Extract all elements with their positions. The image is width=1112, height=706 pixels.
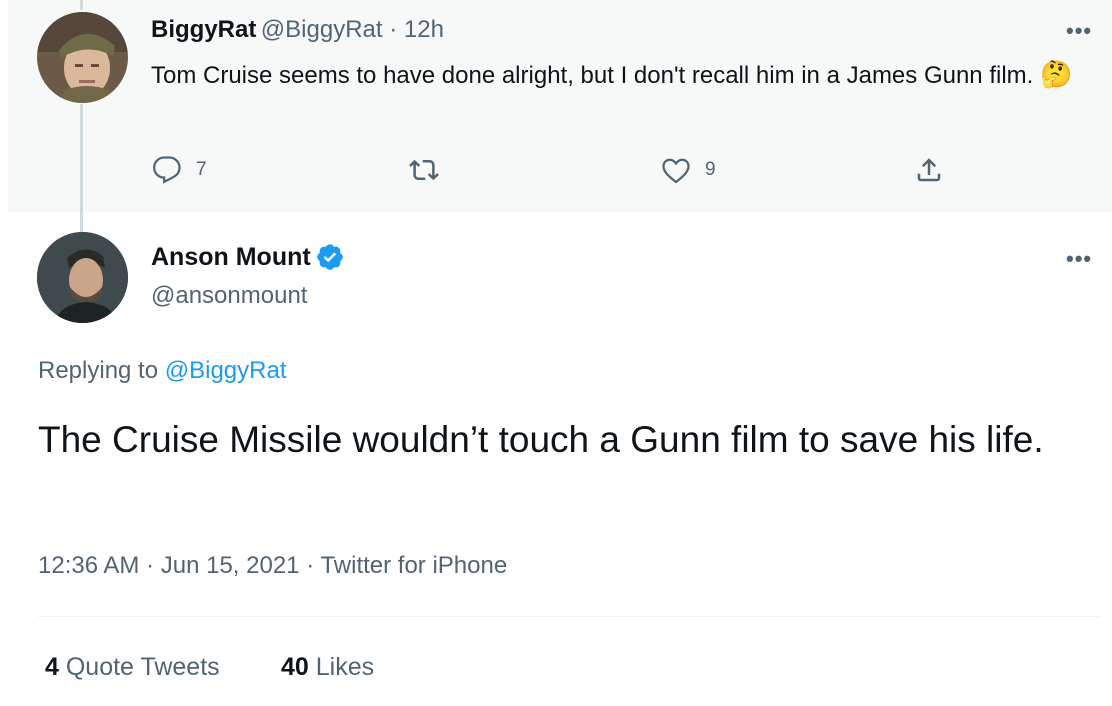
like-count: 9 — [705, 159, 716, 180]
verified-badge-icon — [316, 244, 343, 270]
thread-line — [80, 104, 83, 232]
meta-separator: · — [139, 552, 161, 579]
main-handle[interactable]: @ansonmount — [151, 282, 307, 310]
biggyrat-avatar[interactable] — [37, 12, 128, 103]
parent-more-icon[interactable]: ••• — [1066, 18, 1092, 44]
reply-count: 7 — [196, 159, 207, 180]
replying-to-link[interactable]: @BiggyRat — [165, 357, 287, 384]
thread-line-top — [80, 0, 83, 10]
anson-mount-avatar[interactable] — [37, 232, 128, 323]
retweet-button[interactable] — [408, 155, 454, 185]
like-icon — [662, 158, 690, 184]
quote-tweets-stat[interactable]: 4 Quote Tweets — [45, 653, 220, 682]
reply-button[interactable]: 7 — [152, 155, 207, 185]
reply-icon — [153, 156, 181, 184]
quote-tweets-label: Quote Tweets — [58, 653, 220, 681]
parent-display-name[interactable]: BiggyRat — [151, 16, 256, 43]
share-icon — [917, 158, 941, 182]
replying-to-prefix: Replying to — [38, 357, 165, 384]
main-tweet-header: Anson Mount — [151, 242, 345, 272]
meta-separator: · — [299, 552, 321, 579]
like-button[interactable]: 9 — [661, 155, 716, 185]
likes-count: 40 — [281, 653, 309, 681]
parent-tweet-header: BiggyRat @BiggyRat · 12h — [151, 16, 444, 44]
separator-dot: · — [382, 16, 404, 43]
parent-tweet-text-content: Tom Cruise seems to have done alright, b… — [151, 62, 1034, 89]
parent-handle[interactable]: @BiggyRat — [261, 16, 383, 43]
main-display-name[interactable]: Anson Mount — [151, 243, 311, 272]
quote-tweets-count: 4 — [45, 653, 59, 681]
share-button[interactable] — [914, 155, 958, 185]
thinking-face-emoji: 🤔 — [1040, 59, 1073, 89]
tweet-source[interactable]: Twitter for iPhone — [320, 552, 507, 579]
tweet-time[interactable]: 12:36 AM — [38, 552, 139, 579]
likes-label: Likes — [308, 653, 375, 681]
tweet-date[interactable]: Jun 15, 2021 — [161, 552, 300, 579]
parent-tweet-text: Tom Cruise seems to have done alright, b… — [151, 57, 1081, 93]
replying-to: Replying to @BiggyRat — [38, 357, 287, 385]
retweet-icon — [409, 159, 439, 181]
main-tweet-text: The Cruise Missile wouldn’t touch a Gunn… — [38, 419, 1044, 460]
tweet-metadata: 12:36 AM · Jun 15, 2021 · Twitter for iP… — [38, 552, 507, 580]
left-gutter — [0, 0, 8, 706]
main-more-icon[interactable]: ••• — [1066, 246, 1092, 272]
parent-time-ago[interactable]: 12h — [404, 16, 444, 43]
likes-stat[interactable]: 40 Likes — [281, 653, 374, 682]
divider — [38, 616, 1100, 617]
